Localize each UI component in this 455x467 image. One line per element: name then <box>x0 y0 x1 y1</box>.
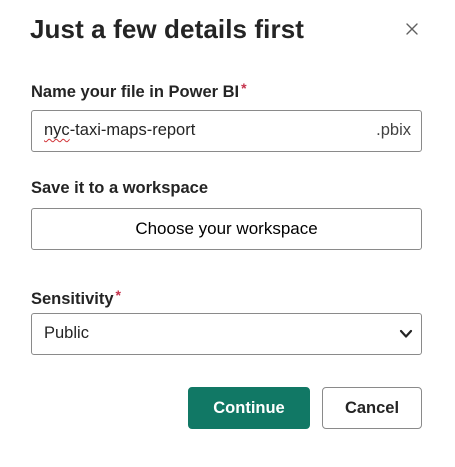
file-name-input[interactable]: nyc-taxi-maps-report .pbix <box>31 110 422 152</box>
continue-button[interactable]: Continue <box>188 387 310 429</box>
file-name-value-rest: -taxi-maps-report <box>69 121 196 139</box>
workspace-label: Save it to a workspace <box>31 179 208 197</box>
details-dialog: Just a few details first Name your file … <box>0 0 455 467</box>
spellcheck-flagged-text: nyc <box>44 121 70 139</box>
close-icon <box>406 23 418 35</box>
dialog-title: Just a few details first <box>30 14 305 44</box>
close-button[interactable] <box>403 20 421 38</box>
required-marker: * <box>115 287 121 303</box>
sensitivity-label: Sensitivity * <box>31 284 121 310</box>
sensitivity-selected-value: Public <box>44 324 89 342</box>
sensitivity-select[interactable]: Public <box>31 313 422 355</box>
file-name-label: Name your file in Power BI * <box>31 77 247 103</box>
choose-workspace-button[interactable]: Choose your workspace <box>31 208 422 250</box>
chevron-down-icon <box>399 328 413 340</box>
cancel-button[interactable]: Cancel <box>322 387 422 429</box>
file-extension: .pbix <box>376 121 411 139</box>
file-name-value: nyc-taxi-maps-report <box>44 121 195 140</box>
required-marker: * <box>241 80 247 96</box>
sensitivity-label-text: Sensitivity <box>31 290 114 308</box>
file-name-label-text: Name your file in Power BI <box>31 83 240 101</box>
